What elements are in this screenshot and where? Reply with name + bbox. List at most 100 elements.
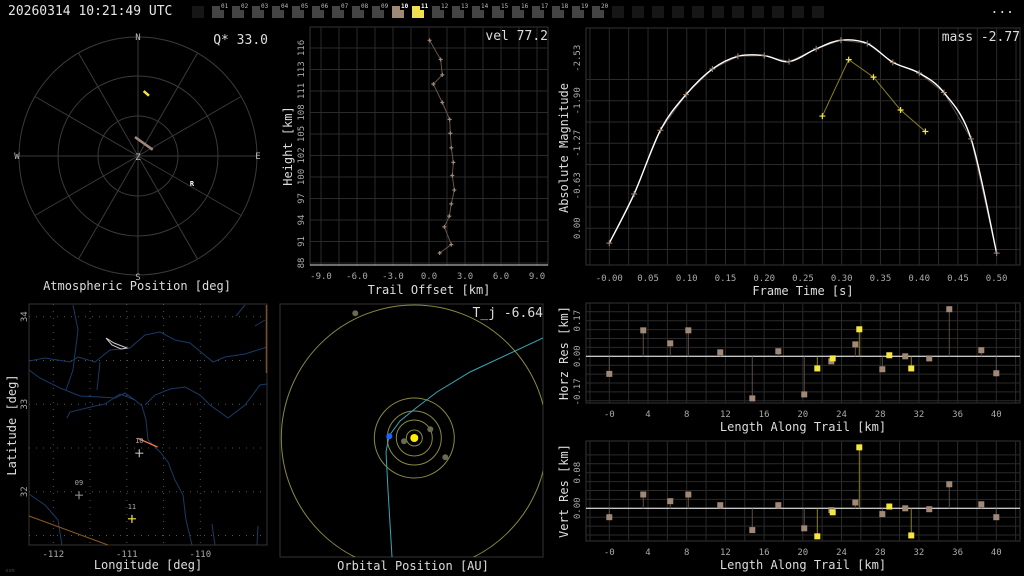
trail-point (427, 38, 432, 43)
residual-point-10 (926, 355, 933, 362)
light-curve-point-11 (819, 113, 826, 120)
residual-point-10 (667, 340, 674, 347)
y-axis-label: Latitude [deg] (5, 374, 19, 475)
y-tick-label: 0.08 (573, 462, 583, 484)
x-tick-label: 20 (797, 548, 808, 558)
residual-point-11 (814, 365, 821, 372)
residual-point-10 (926, 506, 933, 513)
light-curve-point-10 (837, 37, 844, 44)
trail-point (449, 201, 454, 206)
velocity-readout: vel 77.2 (485, 29, 548, 44)
residual-point-10 (946, 481, 953, 488)
y-axis-label: Vert Res [km] (557, 444, 571, 538)
residual-point-10 (993, 370, 1000, 377)
planet-marker (352, 310, 359, 317)
x-tick-label: 12 (720, 548, 731, 558)
light-curve-plot: -0.00 0.05 0.10 0.15 0.20 0.25 0.30 0.35 0.40 0.4… (557, 27, 1021, 298)
dashboard-canvas: NESW ZRQ* 33.0Atmospheric Position [deg]8… (5, 26, 1021, 574)
residual-point-10 (640, 491, 647, 498)
trail-point (449, 145, 454, 150)
border-line (28, 515, 109, 546)
y-tick-label: 0.17 (573, 310, 583, 332)
residual-point-10 (640, 327, 647, 334)
compass-label-W: W (14, 152, 20, 162)
x-tick-label: 4 (645, 548, 650, 558)
trail-point (438, 57, 443, 62)
compass-label-N: N (135, 33, 140, 43)
river-line (28, 331, 268, 363)
residual-point-10 (749, 395, 756, 402)
y-tick-label: 100 (297, 169, 307, 185)
residual-point-10 (606, 514, 613, 521)
x-tick-label: 20 (797, 410, 808, 420)
river-line (28, 493, 63, 546)
residual-point-10 (852, 499, 859, 506)
x-tick-label: -0.00 (596, 274, 623, 284)
residual-point-10 (879, 366, 886, 373)
polar-spoke (137, 96, 242, 157)
x-tick-label: 8 (684, 410, 689, 420)
x-tick-label: 0.35 (870, 274, 892, 284)
y-tick-label: -1.27 (573, 130, 583, 157)
x-tick-label: 0.0 (421, 272, 437, 282)
planet-marker (427, 426, 434, 433)
x-tick-label: -112 (42, 550, 64, 560)
residual-point-11 (814, 533, 821, 540)
x-tick-label: 0.45 (947, 274, 969, 284)
x-tick-label: 8 (684, 548, 689, 558)
x-tick-label: 24 (836, 548, 847, 558)
residual-point-10 (801, 391, 808, 398)
residual-point-10 (749, 527, 756, 534)
sun-marker (410, 434, 419, 442)
residual-point-10 (978, 347, 985, 354)
vertical-residual-plot: -0 4 8 12 16 20 24 28 32 36 40 0.00 0.08 Length Along… (557, 440, 1021, 572)
x-tick-label: 12 (720, 410, 731, 420)
polar-spoke (137, 52, 198, 157)
residual-point-10 (993, 514, 1000, 521)
light-curve-line-11 (821, 58, 926, 132)
y-tick-label: 97 (297, 193, 307, 204)
y-tick-label: -0.63 (573, 172, 583, 199)
x-tick-label: 36 (952, 548, 963, 558)
x-tick-label: 6.0 (493, 272, 509, 282)
x-tick-label: -0 (604, 410, 615, 420)
y-tick-label: 0.00 (573, 345, 583, 367)
station-map-label: 11 (128, 503, 136, 511)
x-tick-label: 40 (991, 548, 1002, 558)
y-tick-label: 113 (297, 61, 307, 77)
x-tick-label: -3.0 (382, 272, 404, 282)
x-axis-label: Length Along Trail [km] (720, 420, 886, 434)
ground-map-plot: 091011-112 -111 -110323334Longitude [deg]L… (5, 303, 268, 574)
residual-point-11 (886, 352, 893, 359)
x-tick-label: 32 (913, 410, 924, 420)
polar-spoke (34, 155, 139, 216)
residual-point-10 (606, 370, 613, 377)
light-curve-point-10 (813, 45, 820, 52)
light-curve-point-10 (968, 135, 975, 142)
station-marker-09 (75, 491, 84, 500)
x-tick-label: 32 (913, 548, 924, 558)
atmospheric-position-title: Atmospheric Position [deg] (43, 279, 231, 293)
residual-point-11 (908, 365, 915, 372)
residual-point-11 (886, 503, 893, 510)
x-axis-label: Longitude [deg] (94, 558, 202, 572)
trail-line (429, 40, 455, 254)
light-curve-point-10 (786, 58, 793, 65)
x-tick-label: 0.05 (637, 274, 659, 284)
map-attribution: osm (5, 568, 14, 574)
river-line (65, 304, 101, 391)
residual-point-10 (946, 306, 953, 313)
planet-marker (401, 438, 407, 445)
polar-spoke (137, 155, 198, 260)
trail-point (452, 188, 457, 193)
residual-point-10 (667, 498, 674, 505)
x-tick-label: 0.15 (715, 274, 737, 284)
compass-label-E: E (255, 152, 260, 162)
residual-point-10 (685, 491, 692, 498)
y-tick-label: 33 (20, 399, 30, 410)
y-axis-label: Height [km] (281, 106, 295, 185)
light-curve-point-10 (761, 52, 768, 59)
river-line (28, 369, 193, 546)
y-tick-label: 88 (297, 258, 307, 269)
meteoroid-trajectory (385, 337, 543, 557)
